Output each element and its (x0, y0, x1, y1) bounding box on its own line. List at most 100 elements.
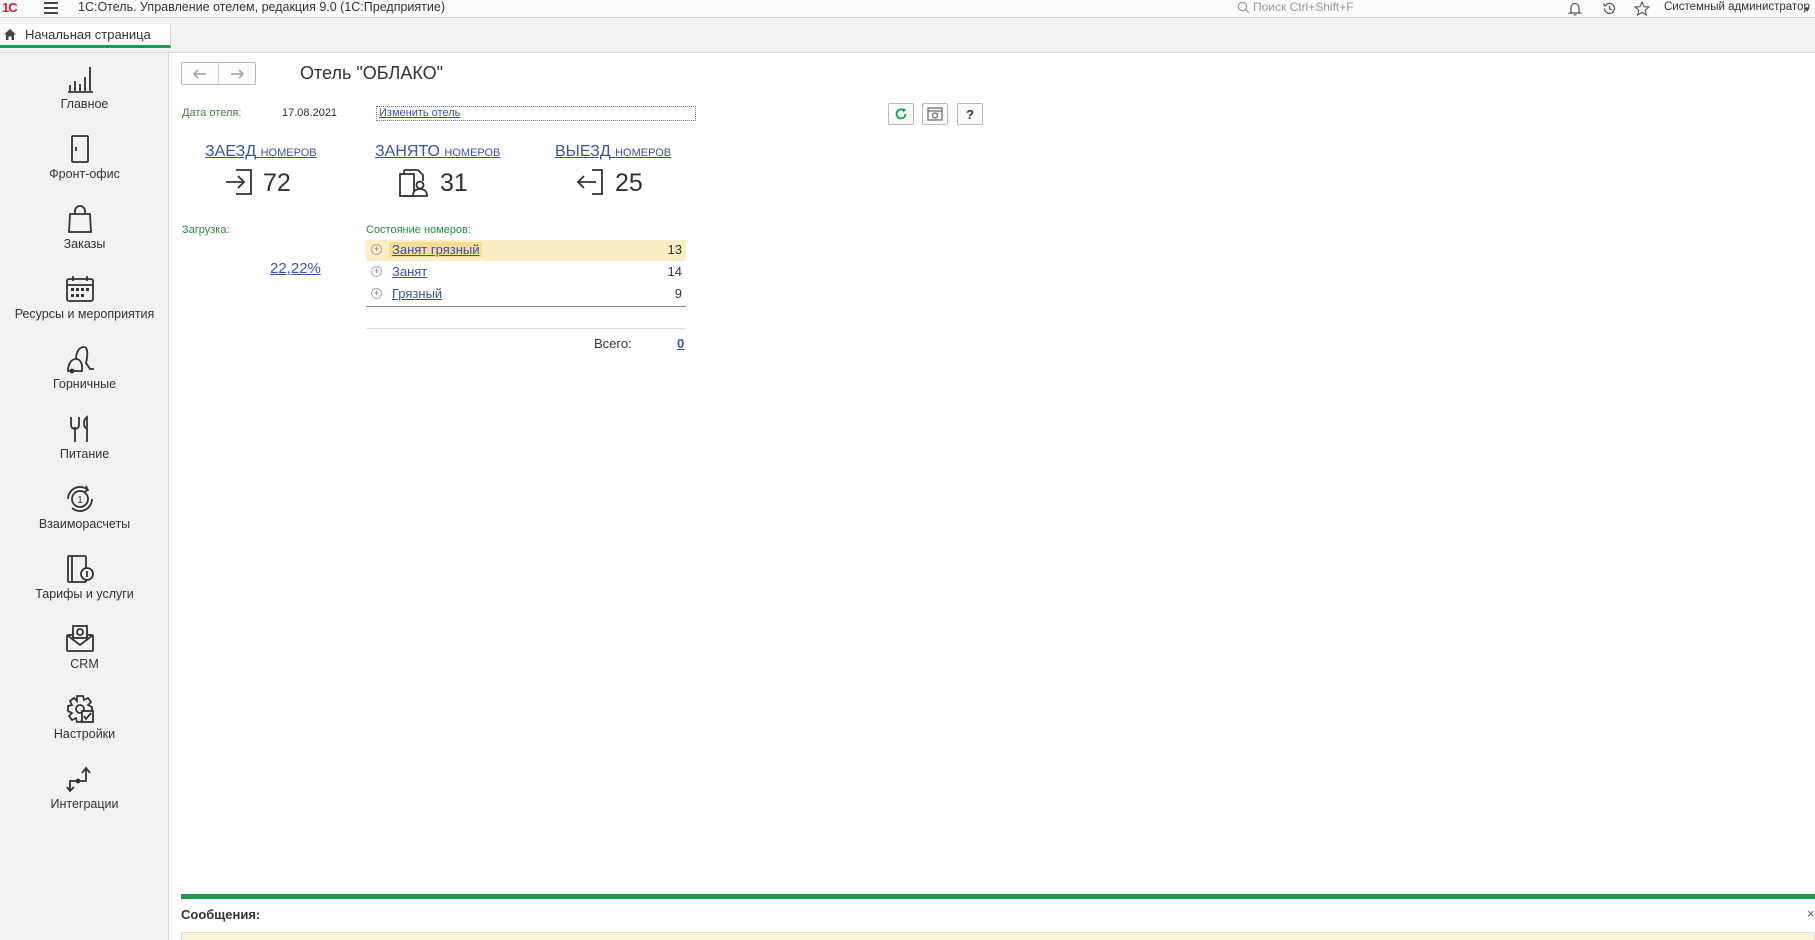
settings-panel-button[interactable] (922, 103, 948, 125)
star-icon[interactable] (1634, 1, 1650, 16)
refresh-icon (895, 108, 907, 120)
page-title: Отель "ОБЛАКО" (300, 63, 444, 83)
sidebar-item-label: Заказы (63, 237, 106, 251)
help-button[interactable]: ? (957, 103, 983, 125)
divider (366, 306, 686, 307)
checkout-title: ВЫЕЗД (555, 143, 611, 160)
total-label: Всего: (594, 336, 632, 351)
sidebar-item-settings[interactable]: Настройки (0, 683, 169, 753)
sidebar-item-tariffs[interactable]: Тарифы и услуги (0, 543, 169, 613)
sidebar-item-label: Фронт-офис (49, 167, 120, 181)
occupied-suffix: НОМЕРОВ (444, 147, 501, 159)
home-icon (4, 29, 16, 40)
forward-button[interactable] (219, 63, 255, 84)
app-logo[interactable]: 1С (2, 0, 18, 15)
history-nav (181, 62, 256, 85)
gear-icon (67, 695, 94, 723)
svg-text:1: 1 (77, 495, 83, 506)
room-state-name[interactable]: Занят (392, 264, 427, 279)
tariff-book-icon (67, 555, 94, 583)
sidebar-item-main[interactable]: Главное (0, 53, 169, 123)
vacuum-icon (67, 346, 94, 374)
load-label: Загрузка: (182, 224, 230, 236)
change-hotel-link[interactable]: Изменить отель (376, 106, 696, 121)
sidebar-item-settlements[interactable]: 1 Взаиморасчеты (0, 473, 169, 543)
panel-settings-icon (927, 107, 943, 121)
door-icon (71, 135, 89, 163)
sidebar-item-orders[interactable]: Заказы (0, 193, 169, 263)
sidebar-item-maids[interactable]: Горничные (0, 333, 169, 403)
sidebar-item-label: Тарифы и услуги (35, 587, 134, 601)
divider (366, 328, 686, 329)
sidebar-item-integrations[interactable]: Интеграции (0, 753, 169, 823)
sidebar-item-label: Горничные (52, 377, 117, 391)
checkin-suffix: НОМЕРОВ (260, 147, 317, 159)
table-row[interactable]: + Занят грязный 13 (366, 240, 686, 261)
messages-splitter[interactable] (181, 894, 1815, 899)
bell-icon[interactable] (1568, 1, 1582, 16)
expand-icon[interactable]: + (371, 244, 382, 255)
sidebar: Главное Фронт-офис Заказы Ресурсы и меро… (0, 53, 169, 940)
sidebar-item-label: Взаиморасчеты (38, 517, 131, 531)
close-icon[interactable]: × (1807, 906, 1815, 921)
checkin-link[interactable]: ЗАЕЗД НОМЕРОВ (205, 143, 317, 161)
sidebar-item-label: Интеграции (50, 797, 119, 811)
expand-icon[interactable]: + (371, 288, 382, 299)
tab-home[interactable]: Начальная страница (0, 24, 171, 48)
expand-icon[interactable]: + (371, 266, 382, 277)
messages-title: Сообщения: (181, 907, 261, 922)
room-state-count: 9 (674, 286, 682, 301)
sidebar-item-front-office[interactable]: Фронт-офис (0, 123, 169, 193)
total-value[interactable]: 0 (677, 336, 684, 351)
checkout-icon (576, 169, 603, 195)
coin-cycle-icon: 1 (67, 485, 93, 512)
integration-arrows-icon (66, 766, 91, 793)
refresh-button[interactable] (888, 103, 914, 125)
table-row[interactable]: + Занят 14 (366, 262, 686, 283)
global-search[interactable]: Поиск Ctrl+Shift+F (1237, 0, 1354, 14)
sidebar-item-label: CRM (70, 657, 99, 671)
checkin-title: ЗАЕЗД (205, 143, 257, 160)
sidebar-item-food[interactable]: Питание (0, 403, 169, 473)
table-row[interactable]: + Грязный 9 (366, 284, 686, 305)
tab-bar: Начальная страница (0, 19, 1815, 53)
sidebar-item-label: Настройки (53, 727, 116, 741)
checkin-icon (226, 169, 252, 195)
hotel-date-label: Дата отеля: (182, 107, 242, 119)
tab-home-label: Начальная страница (25, 27, 151, 42)
room-state-name[interactable]: Грязный (392, 286, 442, 301)
room-state-label: Состояние номеров: (366, 224, 471, 236)
room-state-count: 13 (667, 242, 682, 257)
occupied-icon (399, 169, 428, 197)
checkout-link[interactable]: ВЫЕЗД НОМЕРОВ (555, 143, 671, 161)
room-state-name[interactable]: Занят грязный (389, 242, 483, 257)
sidebar-item-label: Главное (60, 97, 109, 111)
shopping-bag-icon (68, 205, 92, 233)
arrow-right-icon (231, 69, 244, 78)
title-bar: 1С 1С:Отель. Управление отелем, редакция… (0, 0, 1815, 18)
occupied-count: 31 (440, 169, 468, 197)
crm-mail-icon (66, 625, 94, 652)
calendar-icon (66, 276, 94, 302)
back-button[interactable] (182, 63, 219, 84)
history-icon[interactable] (1602, 1, 1617, 16)
user-name[interactable]: Системный администратор (1664, 1, 1810, 13)
more-menu-icon[interactable]: ⋮ (1810, 67, 1815, 81)
search-icon (1237, 1, 1250, 13)
hotel-date-value: 17.08.2021 (282, 107, 338, 119)
sidebar-item-label: Ресурсы и мероприятия (14, 307, 155, 321)
room-state-count: 14 (667, 264, 682, 279)
occupied-link[interactable]: ЗАНЯТО НОМЕРОВ (375, 143, 500, 161)
checkout-suffix: НОМЕРОВ (615, 147, 672, 159)
sidebar-item-crm[interactable]: CRM (0, 613, 169, 683)
sidebar-item-resources[interactable]: Ресурсы и мероприятия (0, 263, 169, 333)
search-placeholder: Поиск Ctrl+Shift+F (1253, 0, 1354, 14)
menu-icon[interactable] (44, 2, 58, 14)
arrow-left-icon (193, 69, 206, 78)
load-value[interactable]: 22,22% (270, 260, 321, 277)
cutlery-icon (70, 415, 88, 442)
help-icon: ? (966, 106, 974, 122)
main-content: Отель "ОБЛАКО" ⋮ Дата отеля: 17.08.2021 … (170, 53, 1815, 940)
chevron-down-icon[interactable]: ▼ (1803, 5, 1811, 14)
messages-box (181, 932, 1815, 940)
